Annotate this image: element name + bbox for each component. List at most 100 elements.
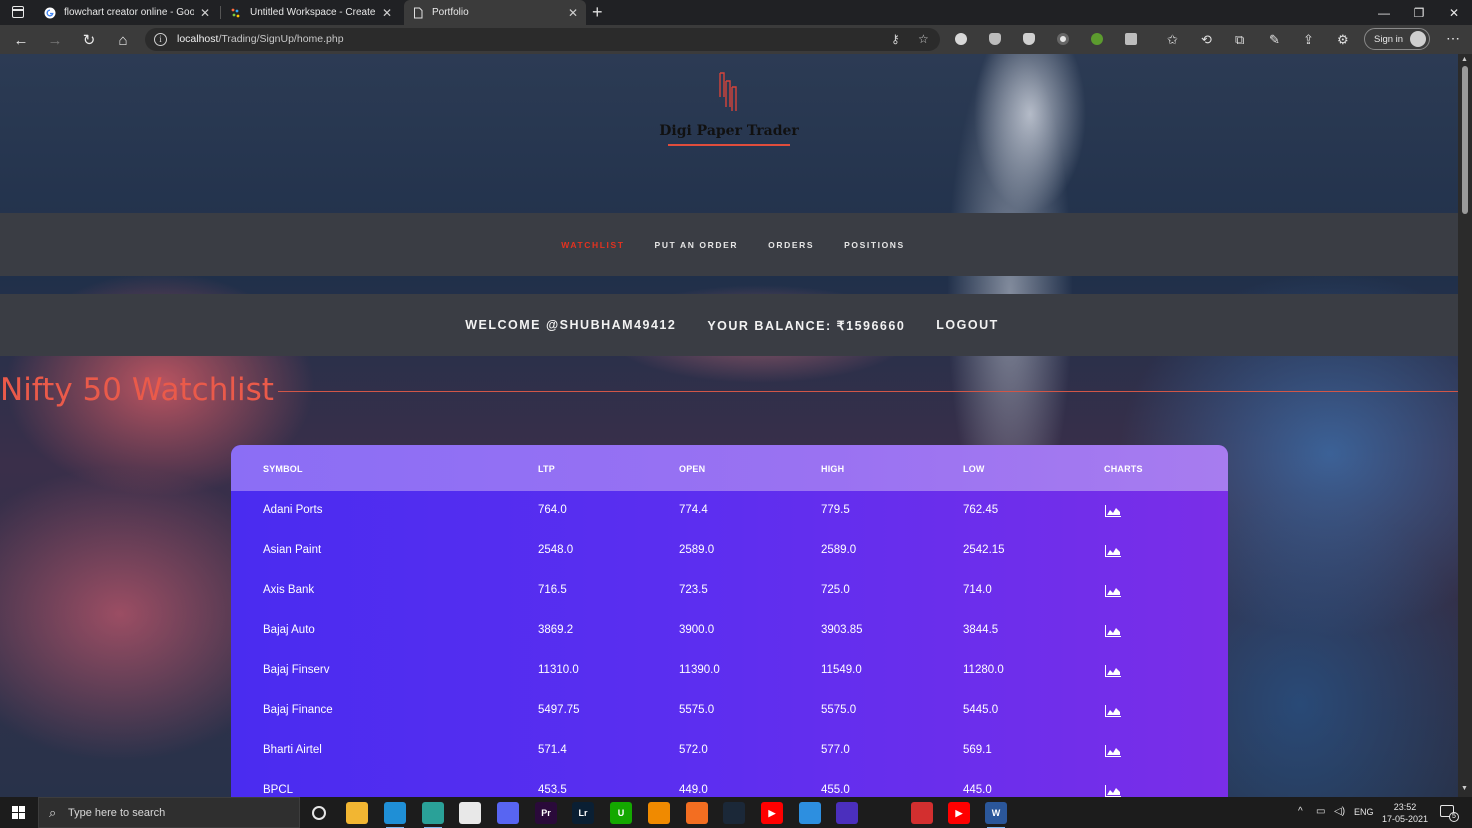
area-chart-icon[interactable] xyxy=(1104,584,1122,598)
area-chart-icon[interactable] xyxy=(1104,704,1122,718)
xampp-icon[interactable] xyxy=(686,802,708,824)
nav-positions[interactable]: POSITIONS xyxy=(844,240,905,250)
browser-tab-bar: flowchart creator online - Googl ✕ Untit… xyxy=(0,0,1472,25)
nav-orders[interactable]: ORDERS xyxy=(768,240,814,250)
area-chart-icon[interactable] xyxy=(1104,664,1122,678)
file-explorer-icon[interactable] xyxy=(346,802,368,824)
word-icon[interactable]: W xyxy=(985,802,1007,828)
cell-high: 11549.0 xyxy=(821,664,862,676)
taskbar-search-box[interactable]: ⌕ Type here to search xyxy=(38,797,300,828)
close-tab-icon[interactable]: ✕ xyxy=(200,6,210,20)
close-window-button[interactable]: ✕ xyxy=(1436,0,1472,25)
sign-in-button[interactable]: Sign in xyxy=(1364,28,1430,50)
language-indicator[interactable]: ENG xyxy=(1354,807,1374,817)
cell-high: 725.0 xyxy=(821,584,850,596)
minimize-button[interactable]: — xyxy=(1366,0,1402,25)
forward-button[interactable]: → xyxy=(44,29,66,51)
extension-shield-icon[interactable] xyxy=(989,33,1001,45)
history-icon[interactable]: ⟲ xyxy=(1201,32,1212,48)
cell-symbol: Bajaj Finserv xyxy=(263,664,330,676)
tab-divider xyxy=(220,6,221,19)
balance-text: YOUR BALANCE: ₹1596660 xyxy=(707,318,906,333)
area-chart-icon[interactable] xyxy=(1104,784,1122,797)
collections-icon[interactable]: ⧉ xyxy=(1235,32,1244,48)
cell-ltp: 716.5 xyxy=(538,584,567,596)
more-options-icon[interactable]: ⋯ xyxy=(1446,30,1460,47)
scroll-down-icon[interactable]: ▼ xyxy=(1461,785,1468,792)
extension-globe-icon[interactable] xyxy=(955,33,967,45)
premiere-icon[interactable]: Pr xyxy=(535,802,557,824)
nav-put-order[interactable]: PUT AN ORDER xyxy=(655,240,739,250)
store-icon[interactable] xyxy=(459,802,481,824)
share-icon[interactable]: ⇪ xyxy=(1303,32,1314,48)
nav-watchlist[interactable]: WATCHLIST xyxy=(561,240,624,250)
scroll-up-icon[interactable]: ▲ xyxy=(1461,56,1468,63)
extension-shield-alt-icon[interactable] xyxy=(1023,33,1035,45)
new-tab-button[interactable]: + xyxy=(592,2,603,22)
amazon-music-icon[interactable] xyxy=(836,802,858,824)
extension-green-icon[interactable] xyxy=(1091,33,1103,45)
page-scrollbar[interactable]: ▲ ▼ xyxy=(1458,54,1472,797)
extension-record-icon[interactable] xyxy=(1057,33,1069,45)
close-tab-icon[interactable]: ✕ xyxy=(382,6,392,20)
logo-icon xyxy=(719,72,737,111)
cell-ltp: 5497.75 xyxy=(538,704,580,716)
screen-recorder-icon[interactable] xyxy=(911,802,933,824)
logout-link[interactable]: LOGOUT xyxy=(936,318,998,332)
tab-creately[interactable]: Untitled Workspace - Creately ✕ xyxy=(222,0,400,25)
watchlist-table: SYMBOL LTP OPEN HIGH LOW CHARTS Adani Po… xyxy=(231,445,1228,797)
cell-open: 449.0 xyxy=(679,784,708,796)
youtube-icon[interactable]: ▶ xyxy=(761,802,783,824)
tab-label: Untitled Workspace - Creately xyxy=(250,7,376,18)
start-button[interactable] xyxy=(12,806,25,819)
tab-portfolio[interactable]: Portfolio ✕ xyxy=(404,0,586,25)
cell-ltp: 571.4 xyxy=(538,744,567,756)
network-icon[interactable]: ▭ xyxy=(1316,806,1325,817)
tray-chevron-icon[interactable]: ^ xyxy=(1298,806,1303,817)
maximize-button[interactable]: ❐ xyxy=(1401,0,1437,25)
extensions-icon[interactable]: ⚙ xyxy=(1337,32,1349,48)
cell-ltp: 453.5 xyxy=(538,784,567,796)
area-chart-icon[interactable] xyxy=(1104,624,1122,638)
favorite-star-icon[interactable]: ☆ xyxy=(918,32,929,46)
upwork-icon[interactable]: U xyxy=(610,802,632,824)
web-capture-icon[interactable]: ✎ xyxy=(1269,32,1280,48)
extension-camera-icon[interactable] xyxy=(1125,33,1137,45)
tab-actions-menu-icon[interactable] xyxy=(12,6,24,18)
site-info-icon[interactable]: i xyxy=(154,33,167,46)
refresh-button[interactable]: ↻ xyxy=(78,29,100,51)
prime-video-icon[interactable] xyxy=(874,802,896,824)
area-chart-icon[interactable] xyxy=(1104,744,1122,758)
notifications-icon[interactable]: 5 xyxy=(1440,805,1459,822)
tab-flowchart[interactable]: flowchart creator online - Googl ✕ xyxy=(36,0,218,25)
volume-icon[interactable]: ◁) xyxy=(1334,806,1345,817)
youtube-music-icon[interactable]: ▶ xyxy=(948,802,970,824)
back-button[interactable]: ← xyxy=(10,29,32,51)
scrollbar-thumb[interactable] xyxy=(1462,66,1468,214)
vlc-icon[interactable] xyxy=(648,802,670,824)
brand-name[interactable]: Digi Paper Trader xyxy=(0,123,1458,139)
url-text[interactable]: localhost/Trading/SignUp/home.php xyxy=(177,33,344,45)
steam-icon[interactable] xyxy=(723,802,745,824)
cell-high: 2589.0 xyxy=(821,544,857,556)
home-button[interactable]: ⌂ xyxy=(112,29,134,51)
area-chart-icon[interactable] xyxy=(1104,504,1122,518)
table-row: Asian Paint 2548.0 2589.0 2589.0 2542.15 xyxy=(231,531,1228,571)
mail-icon[interactable] xyxy=(799,802,821,824)
cell-low: 5445.0 xyxy=(963,704,999,716)
favorites-icon[interactable]: ✩ xyxy=(1167,32,1178,48)
header-charts: CHARTS xyxy=(1104,464,1143,474)
clock-time: 23:52 xyxy=(1393,802,1417,812)
system-clock[interactable]: 23:52 17-05-2021 xyxy=(1380,801,1430,825)
discord-icon[interactable] xyxy=(497,802,519,824)
lightroom-icon[interactable]: Lr xyxy=(572,802,594,824)
key-icon[interactable]: ⚷ xyxy=(891,32,900,46)
address-bar[interactable]: i localhost/Trading/SignUp/home.php ⚷ ☆ xyxy=(145,28,940,51)
cortana-icon[interactable] xyxy=(312,806,326,820)
cell-low: 569.1 xyxy=(963,744,992,756)
close-tab-icon[interactable]: ✕ xyxy=(568,6,578,20)
header-high: HIGH xyxy=(821,464,845,474)
edge-icon[interactable] xyxy=(384,802,406,828)
edge-dev-icon[interactable] xyxy=(422,802,444,828)
area-chart-icon[interactable] xyxy=(1104,544,1122,558)
